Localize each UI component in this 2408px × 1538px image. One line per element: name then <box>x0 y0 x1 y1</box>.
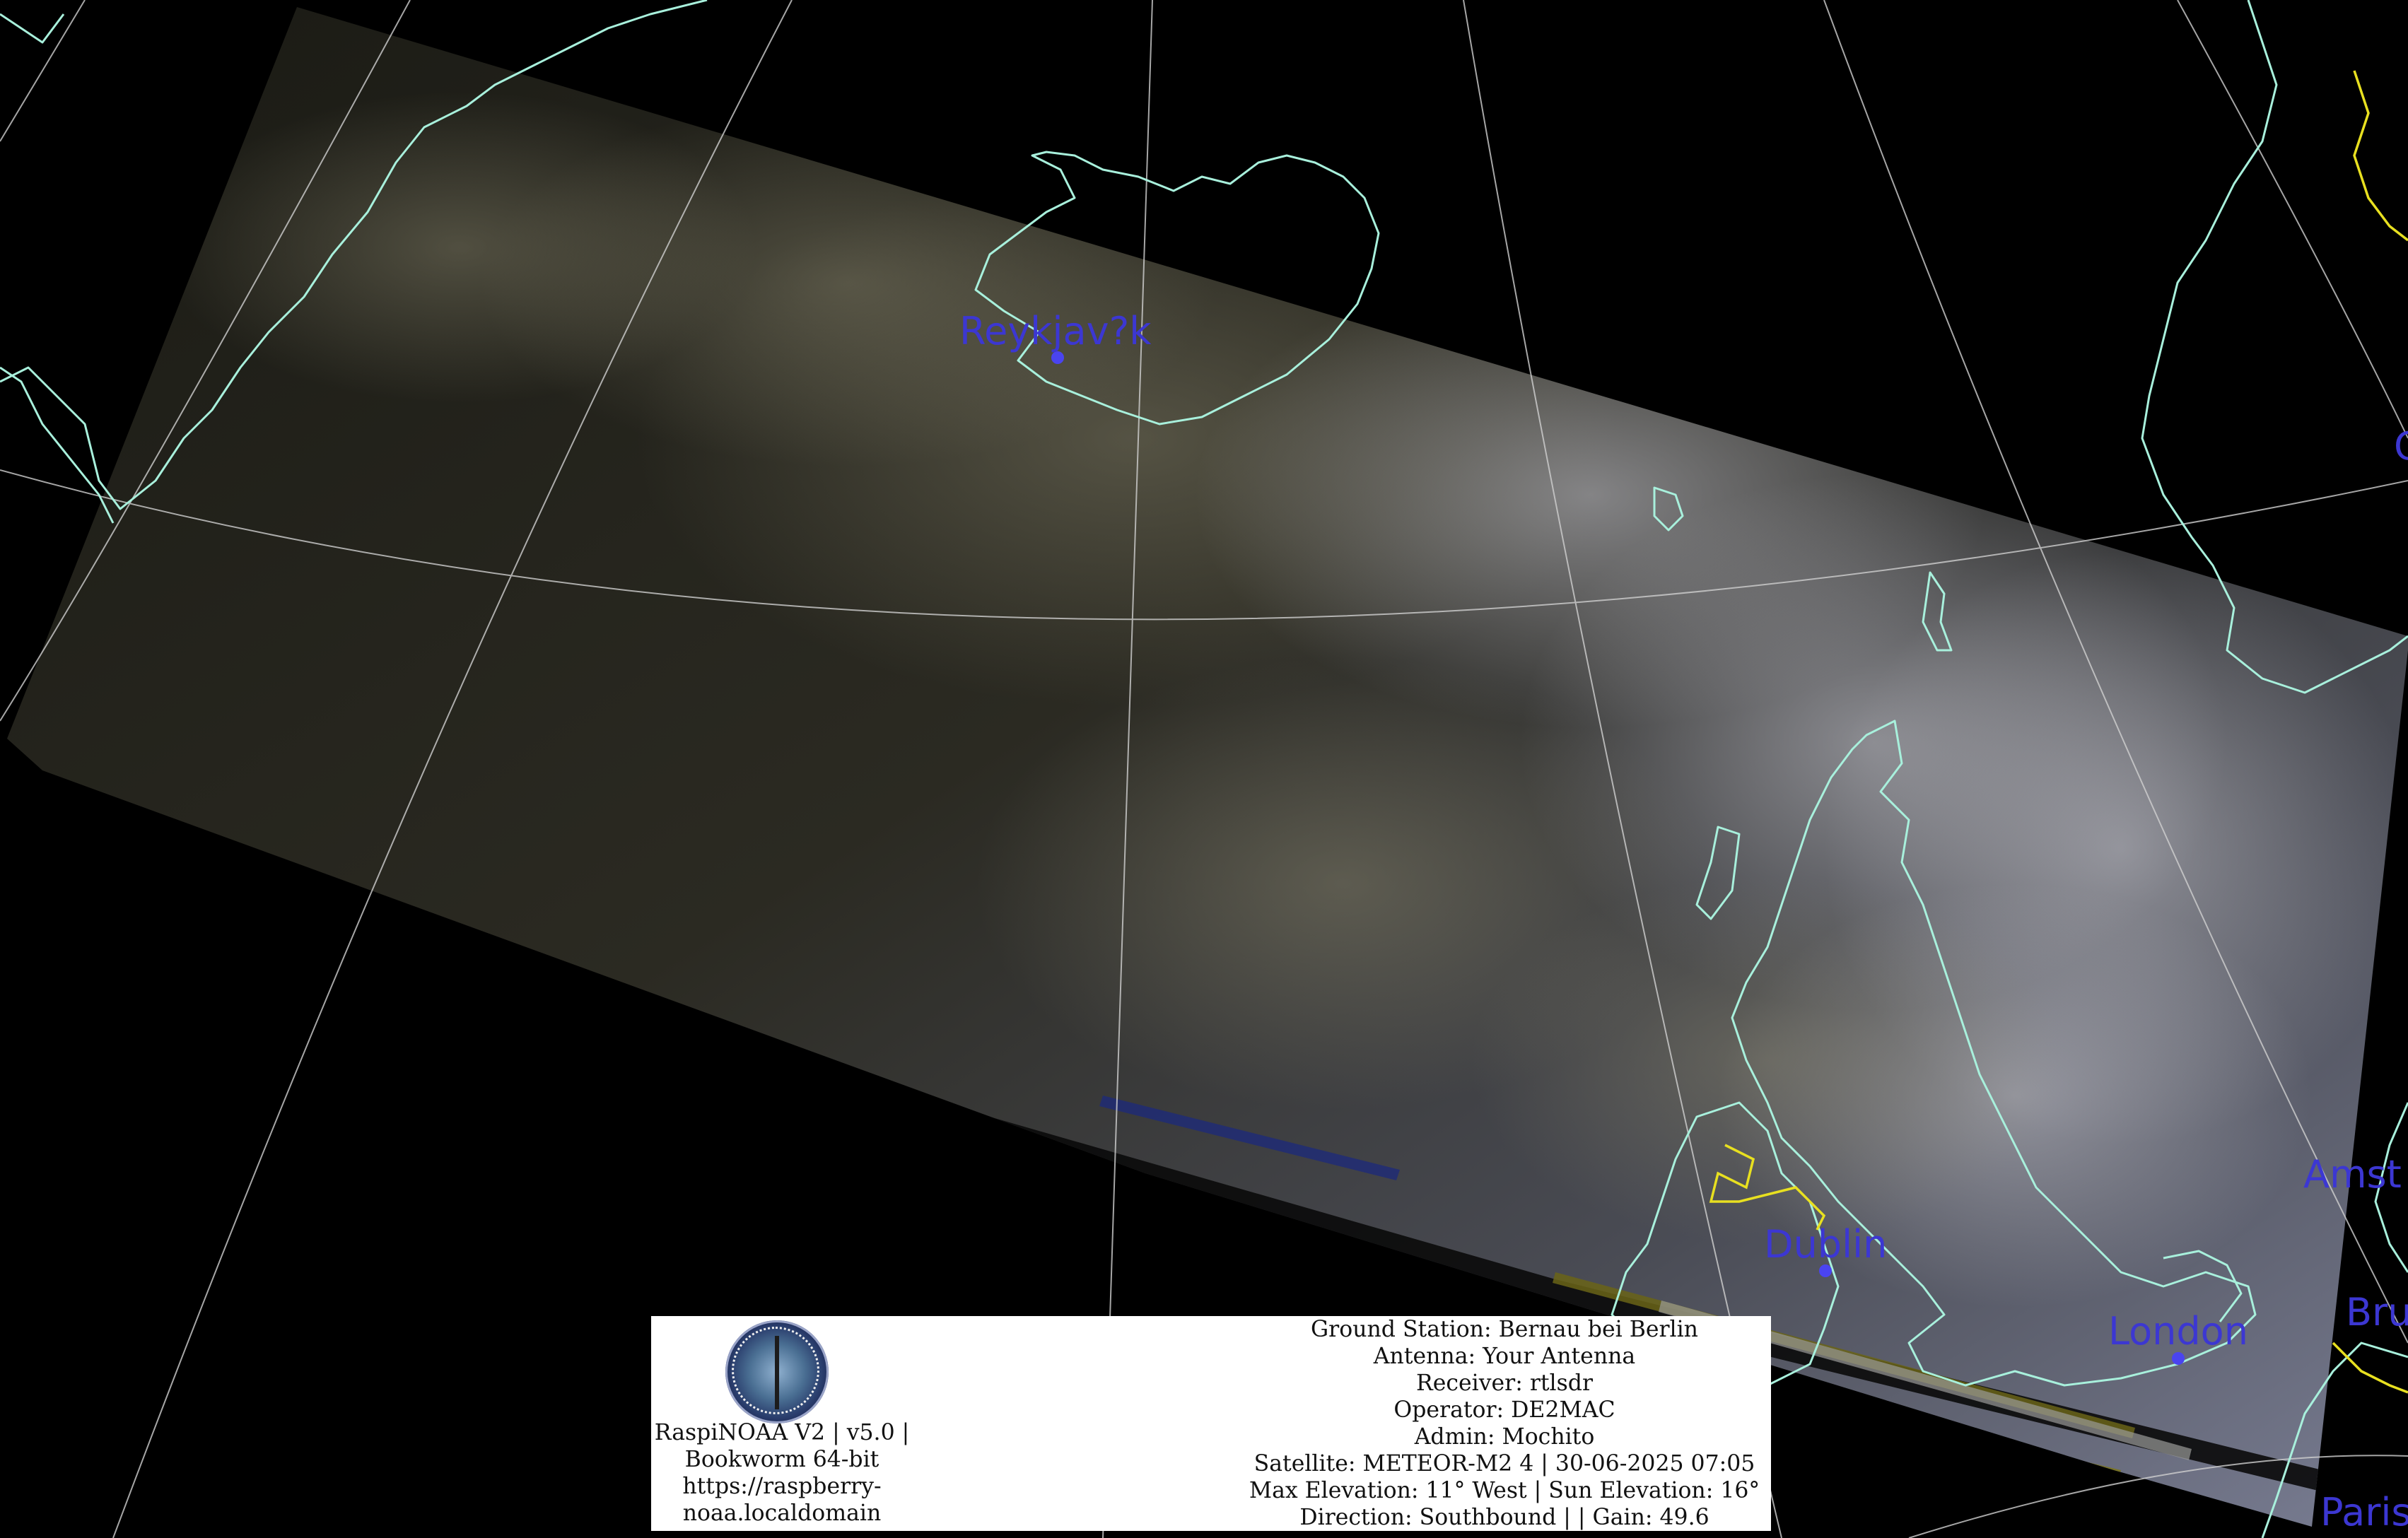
annotation-panel: RaspiNOAA V2 | v5.0 | Bookworm 64-bit ht… <box>651 1316 1771 1531</box>
city-oslo: O <box>2394 424 2408 469</box>
satellite-line: Satellite: METEOR-M2 4 | 30-06-2025 07:0… <box>1253 1451 1755 1477</box>
station-info-line: https://raspberry- <box>682 1474 882 1499</box>
svg-text:Dublin: Dublin <box>1764 1222 1887 1267</box>
receiver-line: Receiver: rtlsdr <box>1415 1370 1594 1396</box>
svg-text:Amst: Amst <box>2303 1152 2402 1197</box>
city-brussels: Bru <box>2346 1290 2408 1334</box>
ground-station-line: Ground Station: Bernau bei Berlin <box>1311 1317 1698 1342</box>
station-info-line: noaa.localdomain <box>682 1501 882 1526</box>
admin-line: Admin: Mochito <box>1414 1424 1595 1450</box>
direction-gain-line: Direction: Southbound | | Gain: 49.6 <box>1299 1505 1709 1530</box>
station-info-line: Bookworm 64-bit <box>684 1447 879 1472</box>
svg-text:Reykjav?k: Reykjav?k <box>959 309 1152 353</box>
operator-line: Operator: DE2MAC <box>1393 1397 1615 1423</box>
elevation-line: Max Elevation: 11° West | Sun Elevation:… <box>1249 1478 1760 1503</box>
svg-text:Paris: Paris <box>2320 1490 2408 1534</box>
raspinoaa-logo-icon <box>725 1320 829 1423</box>
station-info-line: RaspiNOAA V2 | v5.0 | <box>654 1420 910 1445</box>
city-paris: Paris <box>2320 1490 2408 1534</box>
svg-text:London: London <box>2108 1309 2248 1354</box>
svg-text:Bru: Bru <box>2346 1290 2408 1334</box>
satellite-map: Reykjav?k Dublin London Amst Bru Paris O <box>0 0 2408 1538</box>
antenna-line: Antenna: Your Antenna <box>1373 1344 1636 1369</box>
station-info: RaspiNOAA V2 | v5.0 | Bookworm 64-bit ht… <box>651 1419 913 1527</box>
svg-text:O: O <box>2394 424 2408 469</box>
pass-info: Ground Station: Bernau bei Berlin Antenn… <box>1238 1316 1771 1531</box>
city-amsterdam: Amst <box>2303 1152 2402 1197</box>
